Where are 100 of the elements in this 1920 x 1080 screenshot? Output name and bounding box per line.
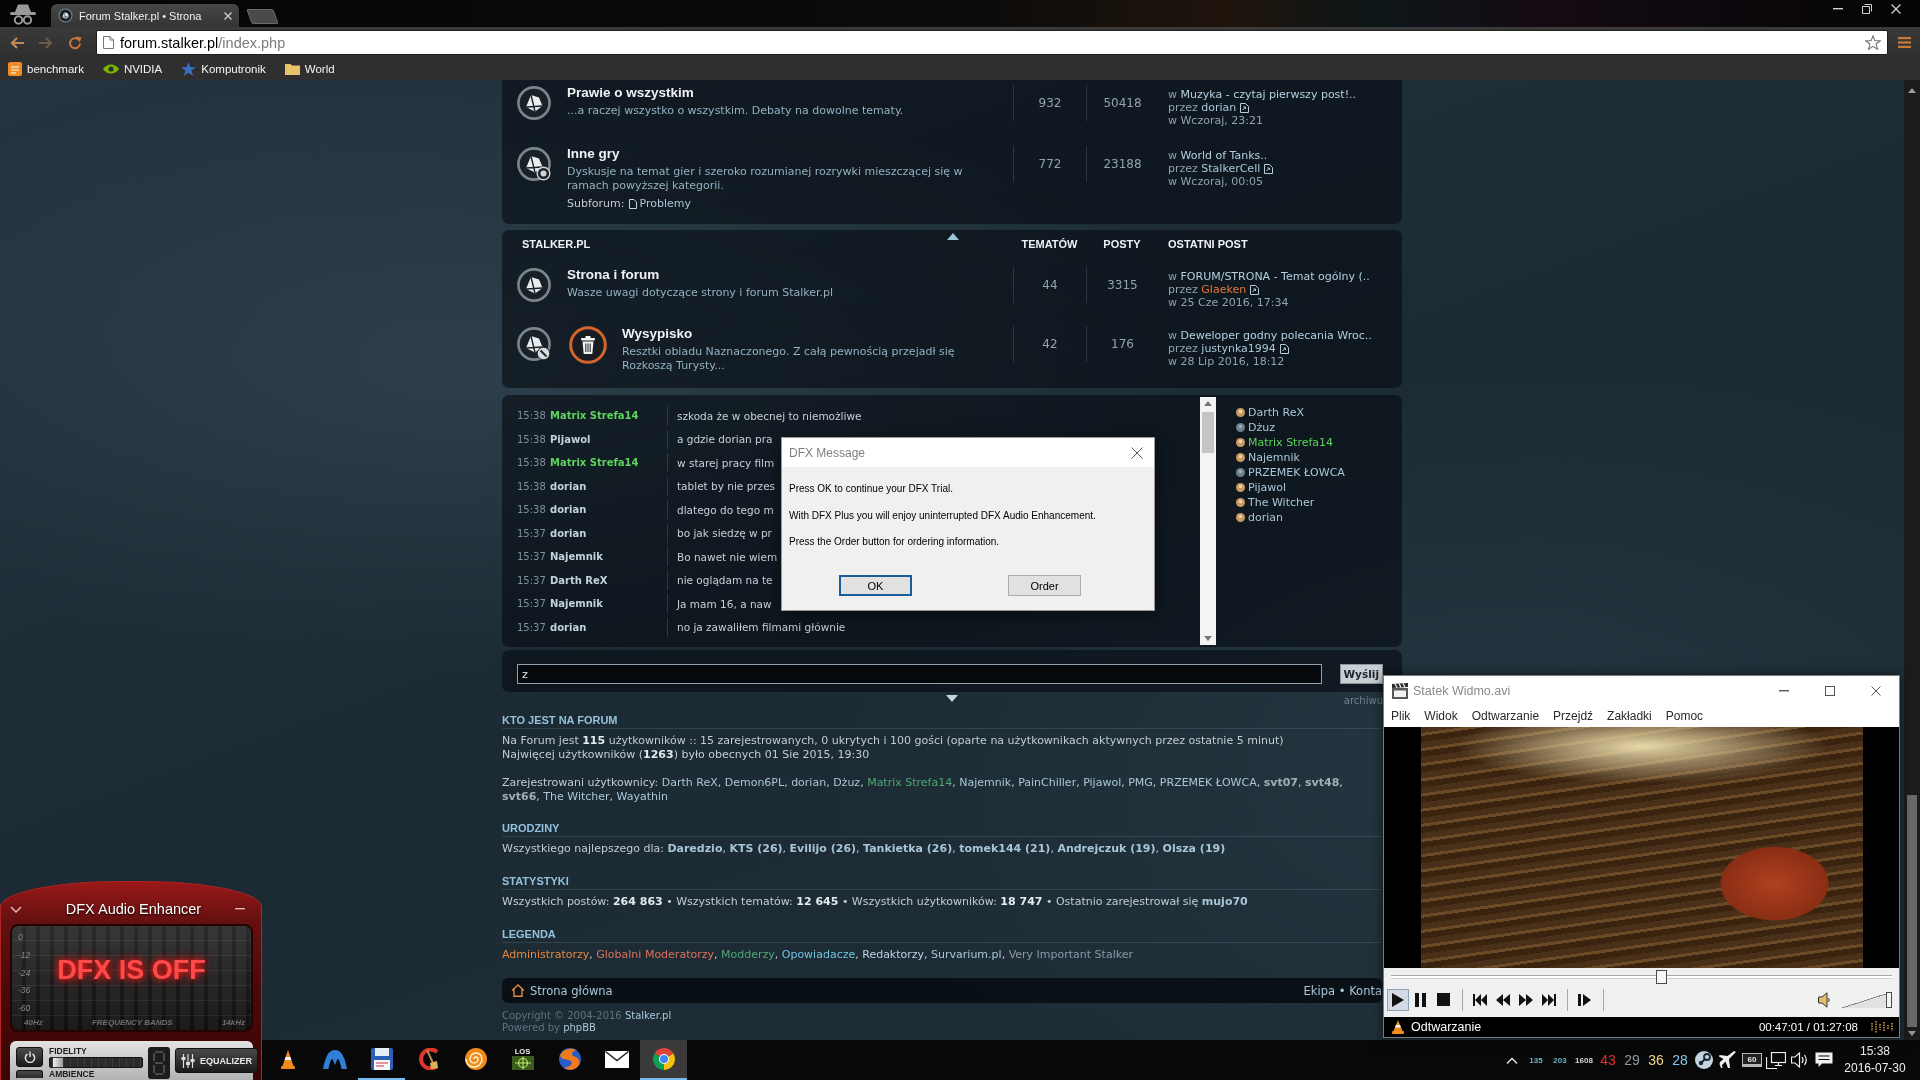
group-link[interactable]: Modderzy bbox=[721, 948, 775, 961]
user-link[interactable]: svt07 bbox=[1263, 776, 1298, 789]
topic-link[interactable]: World of Tanks.. bbox=[1180, 149, 1268, 162]
message-author[interactable]: Najemnik bbox=[550, 598, 603, 610]
user-link[interactable]: KTS (26) bbox=[729, 842, 783, 855]
user-link[interactable]: Olsza (19) bbox=[1162, 842, 1226, 855]
user-link[interactable]: Andrejczuk (19) bbox=[1057, 842, 1156, 855]
clock-date: 2016-07-30 bbox=[1844, 1060, 1906, 1077]
post-count: 23188 bbox=[1086, 146, 1158, 182]
dialog-button[interactable]: Order bbox=[1008, 575, 1081, 596]
home-icon bbox=[511, 984, 525, 997]
group-link[interactable]: Survarium.pl bbox=[931, 948, 1002, 961]
new-tab-button[interactable] bbox=[246, 9, 279, 24]
taskbar-app-button[interactable] bbox=[640, 1040, 687, 1080]
browser-tab[interactable]: Forum Stalker.pl • Strona bbox=[51, 4, 239, 27]
online-user[interactable]: Darth ReX bbox=[1248, 406, 1304, 419]
topic-link[interactable]: Deweloper godny polecania Wroc.. bbox=[1180, 329, 1372, 342]
author-link[interactable]: dorian bbox=[1201, 101, 1237, 114]
online-user[interactable]: Pijawol bbox=[1248, 481, 1287, 494]
user-link[interactable]: PMG bbox=[1128, 776, 1153, 789]
copyright-text: Copyright © 2004-2016 Stalker.pl bbox=[502, 1010, 672, 1022]
message-text: tablet by nie przes bbox=[677, 480, 776, 493]
dialog-button[interactable]: OK bbox=[839, 575, 912, 596]
last-post-topic: w Deweloper godny polecania Wroc.. bbox=[1168, 329, 1372, 342]
last-post-time: w Wczoraj, 23:21 bbox=[1168, 114, 1263, 127]
message-author[interactable]: Pijawol bbox=[550, 433, 591, 445]
online-user[interactable]: Matrix Strefa14 bbox=[1248, 436, 1334, 449]
footer-link[interactable]: Konta bbox=[1349, 983, 1382, 998]
scrollbar-thumb[interactable] bbox=[1907, 795, 1917, 1027]
play-button[interactable] bbox=[1387, 989, 1409, 1011]
menu-item[interactable]: Zakładki bbox=[1600, 706, 1659, 726]
online-user[interactable]: PRZEMEK ŁOWCA bbox=[1248, 466, 1345, 479]
bookmark-item[interactable]: World bbox=[281, 61, 351, 77]
forum-title-link[interactable]: Strona i forum bbox=[567, 267, 660, 283]
bookmark-item[interactable]: NVIDIA bbox=[99, 61, 179, 77]
message-author[interactable]: Najemnik bbox=[550, 551, 603, 563]
category-title[interactable]: STALKER.PL bbox=[512, 238, 591, 250]
display-rate-button[interactable]: 60 bbox=[1742, 1053, 1762, 1067]
online-user[interactable]: Najemnik bbox=[1248, 451, 1300, 464]
last-post-topic: w FORUM/STRONA - Temat ogólny (.. bbox=[1168, 270, 1370, 283]
menu-item[interactable]: Przejdź bbox=[1546, 706, 1601, 726]
toggle-button[interactable] bbox=[16, 1070, 43, 1078]
user-link[interactable]: PRZEMEK ŁOWCA bbox=[1159, 776, 1257, 789]
home-link[interactable]: Strona główna bbox=[511, 983, 613, 998]
send-button[interactable]: Wyślij bbox=[1339, 664, 1383, 684]
user-link[interactable]: Wayathin bbox=[616, 790, 669, 803]
message-author[interactable]: Matrix Strefa14 bbox=[550, 410, 639, 422]
subforum-link[interactable]: Problemy bbox=[639, 197, 691, 211]
post-count: 176 bbox=[1086, 326, 1158, 362]
group-link[interactable]: Globalni Moderatorzy bbox=[596, 948, 714, 961]
author-link[interactable]: Glaeken bbox=[1201, 283, 1247, 296]
software-link[interactable]: phpBB bbox=[563, 1022, 596, 1033]
fidelity-slider[interactable] bbox=[49, 1057, 143, 1068]
message-author[interactable]: dorian bbox=[550, 527, 587, 539]
page-scrollbar[interactable] bbox=[1904, 80, 1920, 1040]
user-link[interactable]: Evilijo (26) bbox=[789, 842, 857, 855]
group-link[interactable]: Redaktorzy bbox=[862, 948, 925, 961]
footer-link[interactable]: Ekipa bbox=[1303, 983, 1336, 998]
forum-title-link[interactable]: Inne gry bbox=[567, 146, 620, 162]
message-author[interactable]: dorian bbox=[550, 504, 587, 516]
bookmark-item[interactable]: benchmark bbox=[5, 60, 100, 78]
forum-title-link[interactable]: Prawie o wszystkim bbox=[567, 85, 694, 101]
chat-scrollbar[interactable] bbox=[1200, 397, 1216, 645]
online-user[interactable]: dorian bbox=[1248, 511, 1283, 524]
seek-thumb[interactable] bbox=[1656, 970, 1668, 984]
scrollbar-thumb[interactable] bbox=[1202, 412, 1214, 453]
online-user[interactable]: Dżuz bbox=[1248, 421, 1275, 434]
author-link[interactable]: StalkerCell bbox=[1201, 162, 1261, 175]
slider-thumb[interactable] bbox=[52, 1057, 65, 1068]
user-link[interactable]: mujo70 bbox=[1201, 895, 1248, 908]
forum-title-link[interactable]: Wysypisko bbox=[622, 326, 693, 342]
message-author[interactable]: Matrix Strefa14 bbox=[550, 457, 639, 469]
message-author[interactable]: dorian bbox=[550, 480, 587, 492]
user-link[interactable]: The Witcher bbox=[543, 790, 610, 803]
down-arrow-icon bbox=[1908, 1031, 1916, 1036]
author-link[interactable]: justynka1994 bbox=[1201, 342, 1276, 355]
star-icon bbox=[1865, 35, 1881, 50]
chat-input-field[interactable]: z bbox=[517, 664, 1322, 684]
message-author[interactable]: Darth ReX bbox=[550, 574, 608, 586]
volume-thumb[interactable] bbox=[1886, 992, 1892, 1008]
message-author[interactable]: dorian bbox=[550, 621, 587, 633]
topic-link[interactable]: Muzyka - czytaj pierwszy post!.. bbox=[1180, 88, 1357, 101]
group-link[interactable]: Very Important Stalker bbox=[1008, 948, 1133, 961]
fast-forward-icon bbox=[1519, 993, 1533, 1007]
bookmark-item[interactable]: Komputronik bbox=[178, 60, 282, 78]
topic-link[interactable]: FORUM/STRONA - Temat ogólny (.. bbox=[1180, 270, 1370, 283]
equalizer-button[interactable]: EQUALIZER bbox=[175, 1048, 258, 1073]
restore-icon bbox=[1861, 4, 1872, 14]
power-button[interactable] bbox=[16, 1047, 43, 1067]
menu-item[interactable]: Odtwarzanie bbox=[1464, 706, 1547, 726]
online-user[interactable]: The Witcher bbox=[1248, 496, 1315, 509]
menu-item[interactable]: Pomoc bbox=[1658, 706, 1711, 726]
group-link[interactable]: Administratorzy bbox=[502, 948, 590, 961]
user-link[interactable]: PainChiller bbox=[1018, 776, 1077, 789]
address-field[interactable]: forum.stalker.pl/index.php bbox=[96, 30, 1888, 55]
user-link[interactable]: Darth ReX bbox=[661, 776, 718, 789]
site-link[interactable]: Stalker.pl bbox=[624, 1010, 672, 1021]
menu-item[interactable]: Plik bbox=[1384, 706, 1418, 726]
menu-item[interactable]: Widok bbox=[1417, 706, 1465, 726]
tray-reading: 28 bbox=[1671, 1052, 1689, 1068]
